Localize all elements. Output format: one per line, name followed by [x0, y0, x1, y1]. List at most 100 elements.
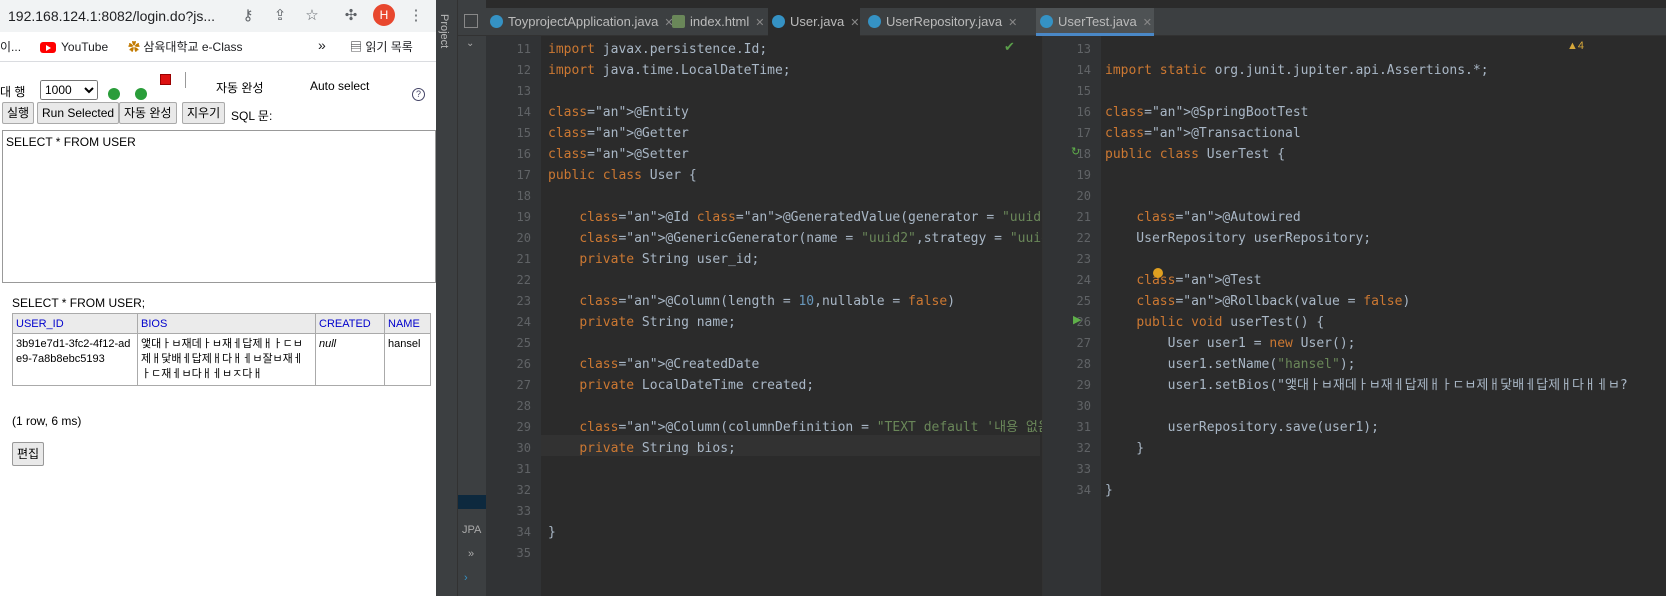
code-line[interactable]: private String bios;	[548, 438, 736, 459]
bookmark-youtube[interactable]: YouTube	[40, 39, 108, 55]
warnings-indicator[interactable]: ▲4	[1567, 40, 1584, 52]
star-icon[interactable]: ☆	[302, 6, 322, 26]
jpa-label[interactable]: JPA	[462, 524, 481, 536]
tab-user-test[interactable]: UserTest.java ✕	[1036, 8, 1154, 36]
code-line[interactable]: }	[1105, 438, 1144, 459]
code-line[interactable]: class="an">@Transactional	[1105, 123, 1301, 144]
code-line[interactable]: user1.setBios("앷대ㅏㅂ재데ㅏㅂ재ㅔ답제ㅐㅏㄷㅂ제ㅐ닻배ㅔ답제ㅐ다…	[1105, 375, 1628, 396]
chevron-down-icon[interactable]: ⌄	[466, 38, 474, 49]
bookmark-eclass[interactable]: ✿ 삼육대학교 e-Class	[128, 39, 243, 55]
code-line[interactable]: class="an">@Column(length = 10,nullable …	[548, 291, 955, 312]
layout-icon[interactable]	[464, 14, 478, 28]
col-name[interactable]: NAME	[384, 313, 431, 334]
run-selected-button[interactable]: Run Selected	[37, 102, 120, 124]
code-line[interactable]: private LocalDateTime created;	[548, 375, 814, 396]
code-line[interactable]: class="an">@Test	[1105, 270, 1261, 291]
code-line[interactable]: private String user_id;	[548, 249, 759, 270]
table-header-row: USER_ID BIOS CREATED NAME	[12, 313, 431, 334]
line-gutter: 13 14 15 16 17 18 19 20 21 22 23 24 25 26 27 28 29 30 31 32…	[1043, 36, 1101, 596]
line-number: 34	[516, 525, 531, 539]
close-icon[interactable]: ✕	[1008, 17, 1017, 29]
code-line[interactable]: }	[548, 522, 556, 543]
code-line[interactable]: import java.time.LocalDateTime;	[548, 60, 791, 81]
share-icon[interactable]: ⇪	[270, 6, 290, 26]
bulb-icon[interactable]	[1153, 268, 1163, 278]
chevron-right-icon[interactable]: ›	[464, 572, 468, 584]
close-icon[interactable]: ✕	[755, 17, 764, 29]
run-icon[interactable]	[108, 88, 120, 100]
more-bookmarks-icon[interactable]: »	[318, 37, 326, 53]
class-icon	[772, 15, 785, 28]
stop-icon[interactable]	[160, 74, 171, 85]
code-line[interactable]: import static org.junit.jupiter.api.Asse…	[1105, 60, 1489, 81]
line-number: 14	[1076, 63, 1091, 77]
code-line[interactable]: User user1 = new User();	[1105, 333, 1356, 354]
autocomplete-label: 자동 완성	[216, 81, 264, 95]
tab-user-java[interactable]: User.java ✕	[768, 8, 860, 36]
close-icon[interactable]: ✕	[1143, 17, 1152, 29]
editor-pane-usertest[interactable]: 13 14 15 16 17 18 19 20 21 22 23 24 25 26 27 28 29 30 31 32…	[1042, 36, 1666, 596]
cell-created: null	[315, 333, 385, 386]
run-button[interactable]: 실행	[2, 102, 35, 124]
clear-button[interactable]: 지우기	[182, 102, 226, 124]
html-icon	[672, 15, 685, 28]
tab-label: index.html	[690, 14, 750, 29]
col-created[interactable]: CREATED	[315, 313, 385, 334]
code-line[interactable]: user1.setName("hansel");	[1105, 354, 1356, 375]
tab-toyproject-application[interactable]: ToyprojectApplication.java ✕	[486, 8, 674, 36]
key-icon[interactable]: ⚷	[238, 6, 258, 26]
code-line[interactable]: class="an">@Getter	[548, 123, 689, 144]
autocomplete-button[interactable]: 자동 완성	[119, 102, 177, 124]
tab-label: ToyprojectApplication.java	[508, 14, 659, 29]
menu-icon[interactable]: ⋮	[406, 6, 426, 26]
cell-bios: 앷대ㅏㅂ재데ㅏㅂ재ㅔ답제ㅐㅏㄷㅂ제ㅐ닻배ㅔ답제ㅐ다ㅐㅔㅂ잘ㅂ재ㅔㅏㄷ재ㅔㅂ다ㅐㅔ…	[137, 333, 316, 386]
code-line[interactable]: class="an">@GenericGenerator(name = "uui…	[548, 228, 1072, 249]
class-icon	[490, 15, 503, 28]
col-bios[interactable]: BIOS	[137, 313, 316, 334]
profile-avatar[interactable]: H	[373, 4, 395, 26]
bookmark-item[interactable]: 이...	[0, 39, 21, 55]
code-line[interactable]: userRepository.save(user1);	[1105, 417, 1379, 438]
close-icon[interactable]: ✕	[850, 17, 859, 29]
tab-user-repository[interactable]: UserRepository.java ✕	[864, 8, 1017, 36]
line-number: 11	[516, 42, 531, 56]
code-line[interactable]: class="an">@CreatedDate	[548, 354, 759, 375]
col-user-id[interactable]: USER_ID	[12, 313, 138, 334]
code-area[interactable]: import static org.junit.jupiter.api.Asse…	[1105, 36, 1665, 596]
step-icon[interactable]	[135, 88, 147, 100]
code-line[interactable]: public class UserTest {	[1105, 144, 1285, 165]
run-test-icon[interactable]: ▶	[1073, 313, 1081, 326]
line-number: 25	[516, 336, 531, 350]
line-number: 22	[1076, 231, 1091, 245]
autoselect-label: Auto select	[310, 79, 370, 93]
sql-editor[interactable]: SELECT * FROM USER	[2, 130, 436, 283]
code-line[interactable]: class="an">@Id class="an">@GeneratedValu…	[548, 207, 1064, 228]
code-line[interactable]: public class User {	[548, 165, 697, 186]
line-number: 14	[516, 105, 531, 119]
code-line[interactable]: class="an">@SpringBootTest	[1105, 102, 1309, 123]
code-line[interactable]: UserRepository userRepository;	[1105, 228, 1371, 249]
code-line[interactable]: private String name;	[548, 312, 736, 333]
more-icon[interactable]: »	[468, 548, 474, 560]
code-line[interactable]: class="an">@Entity	[548, 102, 689, 123]
code-line[interactable]: class="an">@Autowired	[1105, 207, 1300, 228]
code-line[interactable]: class="an">@Setter	[548, 144, 689, 165]
code-line[interactable]: import javax.persistence.Id;	[548, 39, 767, 60]
editor-pane-user[interactable]: 11 12 13 14 15 16 17 18 19 20 21 22 23 24 25 26 27 28 29 30…	[486, 36, 1073, 596]
extensions-icon[interactable]: ✣	[341, 6, 361, 26]
code-line[interactable]: class="an">@Column(columnDefinition = "T…	[548, 417, 1073, 438]
line-number: 21	[1076, 210, 1091, 224]
max-rows-select[interactable]: 1000	[40, 80, 98, 100]
tab-index-html[interactable]: index.html ✕	[668, 8, 764, 36]
code-line[interactable]: }	[1105, 480, 1113, 501]
code-area[interactable]: import javax.persistence.Id; import java.…	[548, 36, 1073, 596]
line-number: 17	[516, 168, 531, 182]
help-icon[interactable]: ?	[412, 88, 425, 101]
reading-list[interactable]: ▤ 읽기 목록	[350, 39, 413, 55]
edit-button[interactable]: 편집	[12, 442, 45, 466]
code-line[interactable]: public void userTest() {	[1105, 312, 1324, 333]
project-tool-button[interactable]: Project	[438, 14, 450, 48]
code-line[interactable]: class="an">@Rollback(value = false)	[1105, 291, 1410, 312]
run-gutter-icon[interactable]: ↻	[1071, 145, 1080, 158]
line-number: 31	[1076, 420, 1091, 434]
